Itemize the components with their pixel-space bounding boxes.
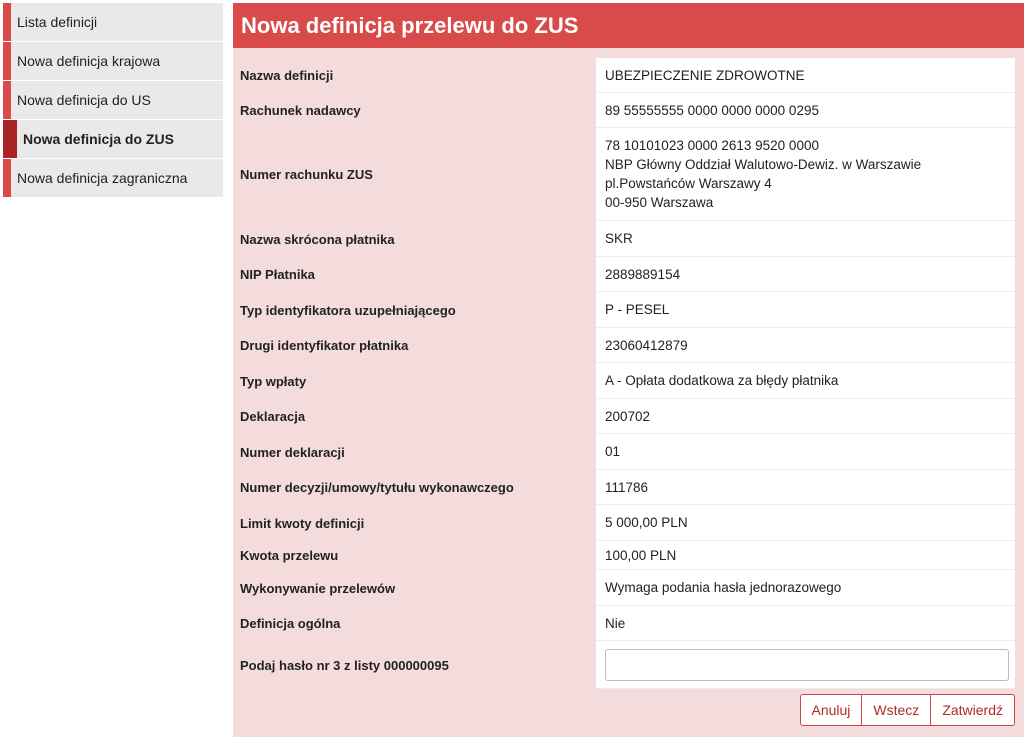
form-row-wykonywanie: Wykonywanie przelewów Wymaga podania has… xyxy=(233,570,1015,606)
form-row-typ-identyfikatora: Typ identyfikatora uzupełniającego P - P… xyxy=(233,292,1015,328)
field-label: Rachunek nadawcy xyxy=(240,103,361,118)
field-label: Numer rachunku ZUS xyxy=(240,167,373,182)
form-row-deklaracja: Deklaracja 200702 xyxy=(233,399,1015,434)
page-title: Nowa definicja przelewu do ZUS xyxy=(233,3,1024,48)
form-row-nip-platnika: NIP Płatnika 2889889154 xyxy=(233,257,1015,292)
zus-bank-name: NBP Główny Oddział Walutowo-Dewiz. w War… xyxy=(605,157,922,172)
field-value-haslo xyxy=(596,641,1015,689)
field-value-kwota-przelewu: 100,00 PLN xyxy=(596,541,1015,570)
field-value-numer-decyzji: 111786 xyxy=(596,470,1015,505)
field-label: Limit kwoty definicji xyxy=(240,515,365,531)
field-label: Nazwa skrócona płatnika xyxy=(240,231,395,247)
main-panel: Nowa definicja przelewu do ZUS Nazwa def… xyxy=(233,3,1024,737)
field-label: Definicja ogólna xyxy=(240,616,341,631)
sidebar-item-nowa-definicja-krajowa[interactable]: Nowa definicja krajowa xyxy=(3,42,223,80)
zus-account-number: 78 10101023 0000 2613 9520 0000 xyxy=(605,138,819,153)
field-value-nazwa-skrocona: SKR xyxy=(596,221,1015,257)
field-value-numer-rachunku-zus: 78 10101023 0000 2613 9520 0000 NBP Głów… xyxy=(596,128,1015,221)
form-row-numer-deklaracji: Numer deklaracji 01 xyxy=(233,434,1015,470)
field-label: Wykonywanie przelewów xyxy=(240,580,396,596)
definition-form: Nazwa definicji UBEZPIECZENIE ZDROWOTNE … xyxy=(233,58,1024,689)
cancel-button[interactable]: Anuluj xyxy=(799,694,863,726)
field-label: Drugi identyfikator płatnika xyxy=(240,338,409,353)
field-value-numer-deklaracji: 01 xyxy=(596,434,1015,470)
confirm-button[interactable]: Zatwierdź xyxy=(931,694,1015,726)
field-label: Numer deklaracji xyxy=(240,444,345,460)
field-value-wykonywanie: Wymaga podania hasła jednorazowego xyxy=(596,570,1015,606)
form-row-rachunek-nadawcy: Rachunek nadawcy 89 55555555 0000 0000 0… xyxy=(233,93,1015,128)
form-row-haslo: Podaj hasło nr 3 z listy 000000095 xyxy=(233,641,1015,689)
zus-bank-city: 00-950 Warszawa xyxy=(605,195,714,210)
sidebar-item-nowa-definicja-us[interactable]: Nowa definicja do US xyxy=(3,81,223,119)
field-value-deklaracja: 200702 xyxy=(596,399,1015,434)
field-value-nip-platnika: 2889889154 xyxy=(596,257,1015,292)
form-row-numer-decyzji: Numer decyzji/umowy/tytułu wykonawczego … xyxy=(233,470,1015,505)
field-value-typ-identyfikatora: P - PESEL xyxy=(596,292,1015,328)
field-label: NIP Płatnika xyxy=(240,267,315,282)
sidebar-item-lista-definicji[interactable]: Lista definicji xyxy=(3,3,223,41)
field-label: Deklaracja xyxy=(240,409,306,424)
field-value-definicja-ogolna: Nie xyxy=(596,606,1015,641)
one-time-password-input[interactable] xyxy=(605,648,1009,681)
field-label: Numer decyzji/umowy/tytułu wykonawczego xyxy=(240,480,514,495)
action-buttons: Anuluj Wstecz Zatwierdź xyxy=(799,694,1015,726)
form-row-drugi-identyfikator: Drugi identyfikator płatnika 23060412879 xyxy=(233,328,1015,363)
form-row-definicja-ogolna: Definicja ogólna Nie xyxy=(233,606,1015,641)
field-label: Podaj hasło nr 3 z listy 000000095 xyxy=(240,657,449,673)
form-row-nazwa-skrocona: Nazwa skrócona płatnika SKR xyxy=(233,221,1015,257)
field-label: Kwota przelewu xyxy=(240,548,339,563)
sidebar-item-nowa-definicja-zus[interactable]: Nowa definicja do ZUS xyxy=(3,120,223,158)
sidebar-item-nowa-definicja-zagraniczna[interactable]: Nowa definicja zagraniczna xyxy=(3,159,223,197)
form-row-numer-rachunku-zus: Numer rachunku ZUS 78 10101023 0000 2613… xyxy=(233,128,1015,221)
field-label: Typ wpłaty xyxy=(240,373,307,389)
field-label: Typ identyfikatora uzupełniającego xyxy=(240,302,456,318)
field-value-nazwa-definicji: UBEZPIECZENIE ZDROWOTNE xyxy=(596,58,1015,93)
form-row-typ-wplaty: Typ wpłaty A - Opłata dodatkowa za błędy… xyxy=(233,363,1015,399)
field-value-drugi-identyfikator: 23060412879 xyxy=(596,328,1015,363)
zus-bank-street: pl.Powstańców Warszawy 4 xyxy=(605,176,772,191)
sidebar-nav: Lista definicji Nowa definicja krajowa N… xyxy=(3,3,223,198)
field-value-rachunek-nadawcy: 89 55555555 0000 0000 0000 0295 xyxy=(596,93,1015,128)
field-value-typ-wplaty: A - Opłata dodatkowa za błędy płatnika xyxy=(596,363,1015,399)
field-label: Nazwa definicji xyxy=(240,68,334,83)
form-row-nazwa-definicji: Nazwa definicji UBEZPIECZENIE ZDROWOTNE xyxy=(233,58,1015,93)
form-row-limit-kwoty: Limit kwoty definicji 5 000,00 PLN xyxy=(233,505,1015,541)
form-row-kwota-przelewu: Kwota przelewu 100,00 PLN xyxy=(233,541,1015,570)
back-button[interactable]: Wstecz xyxy=(862,694,932,726)
field-value-limit-kwoty: 5 000,00 PLN xyxy=(596,505,1015,541)
